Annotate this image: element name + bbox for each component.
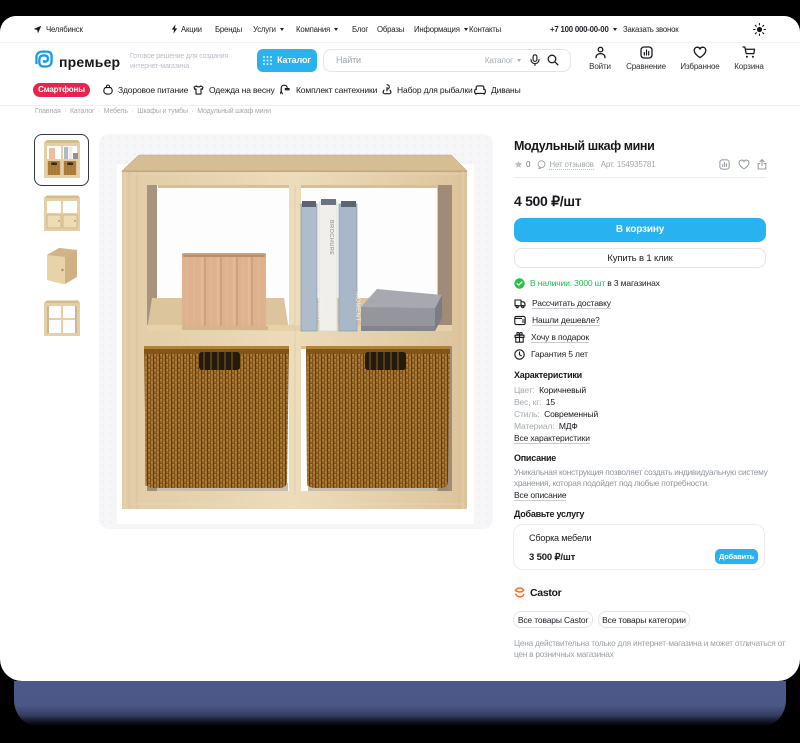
- svg-text:MOMENT: MOMENT: [316, 292, 322, 322]
- svg-text:MOMENT: MOMENT: [354, 292, 360, 322]
- svg-text:BROCHURE: BROCHURE: [328, 220, 334, 255]
